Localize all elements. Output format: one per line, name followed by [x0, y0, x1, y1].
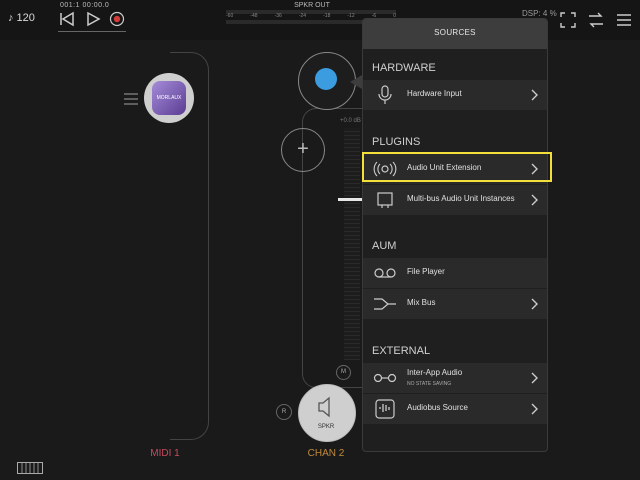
source-file-player[interactable]: File Player: [363, 258, 547, 288]
section-hardware: HARDWARE: [372, 62, 436, 74]
source-multibus-audio-unit[interactable]: Multi-bus Audio Unit Instances: [363, 185, 547, 215]
output-label: SPKR: [317, 424, 335, 430]
sources-popover: SOURCES HARDWARE Hardware Input PLUGINS …: [362, 18, 548, 452]
source-label: Hardware Input: [407, 89, 462, 98]
source-audiobus[interactable]: Audiobus Source: [363, 394, 547, 424]
source-sublabel: NO STATE SAVING: [407, 381, 452, 387]
inter-app-icon: [373, 373, 397, 383]
output-meter-title: SPKR OUT: [294, 2, 330, 9]
microphone-icon: [378, 85, 392, 104]
hamburger-icon[interactable]: [124, 93, 138, 105]
multibus-icon: [377, 192, 393, 208]
gain-readout: +0.0 dB: [340, 118, 361, 124]
keyboard-icon[interactable]: [17, 462, 43, 474]
rewind-icon[interactable]: [58, 10, 76, 28]
source-hardware-input[interactable]: Hardware Input: [363, 80, 547, 110]
channel-label[interactable]: CHAN 2: [300, 448, 352, 459]
source-label: Multi-bus Audio Unit Instances: [407, 194, 515, 203]
source-mix-bus[interactable]: Mix Bus: [363, 289, 547, 319]
chevron-right-icon: [531, 372, 538, 384]
volume-fader-handle[interactable]: [338, 198, 362, 201]
plugin-thumbnail[interactable]: MORLAUX: [152, 81, 186, 115]
speaker-icon: [318, 396, 330, 418]
source-label: Mix Bus: [407, 298, 436, 307]
tempo-display[interactable]: ♪ 120: [8, 12, 35, 24]
popover-title: SOURCES: [434, 28, 476, 37]
section-external: EXTERNAL: [372, 345, 431, 357]
transport-underline: [58, 31, 126, 32]
mute-button[interactable]: M: [336, 365, 351, 380]
record-icon[interactable]: [108, 10, 126, 28]
routing-icon[interactable]: [586, 10, 606, 30]
fullscreen-icon[interactable]: [558, 10, 578, 30]
menu-icon[interactable]: [614, 10, 634, 30]
source-inter-app-audio[interactable]: Inter-App Audio NO STATE SAVING: [363, 363, 547, 393]
time-counter: 001:1 00:00.0: [60, 2, 110, 9]
audiobus-icon: [375, 399, 395, 419]
source-label: Inter-App Audio: [407, 368, 463, 377]
chevron-right-icon: [531, 298, 538, 310]
chevron-right-icon: [531, 194, 538, 206]
section-plugins: PLUGINS: [372, 136, 421, 148]
source-indicator: [315, 68, 337, 90]
source-label: Audiobus Source: [407, 403, 468, 412]
chevron-right-icon: [531, 403, 538, 415]
dsp-load: DSP: 4 %: [522, 9, 557, 18]
record-arm-button[interactable]: R: [276, 404, 292, 420]
volume-fader-track[interactable]: [344, 128, 360, 360]
chevron-right-icon: [531, 89, 538, 101]
section-aum: AUM: [372, 240, 397, 252]
play-icon[interactable]: [84, 10, 102, 28]
add-effect-button[interactable]: +: [281, 128, 325, 172]
popover-arrow: [350, 75, 362, 89]
source-label: File Player: [407, 267, 445, 276]
mix-bus-icon: [374, 298, 396, 310]
midi-channel-label[interactable]: MIDI 1: [140, 448, 190, 459]
tape-icon: [374, 268, 396, 278]
selection-highlight: [362, 152, 552, 182]
